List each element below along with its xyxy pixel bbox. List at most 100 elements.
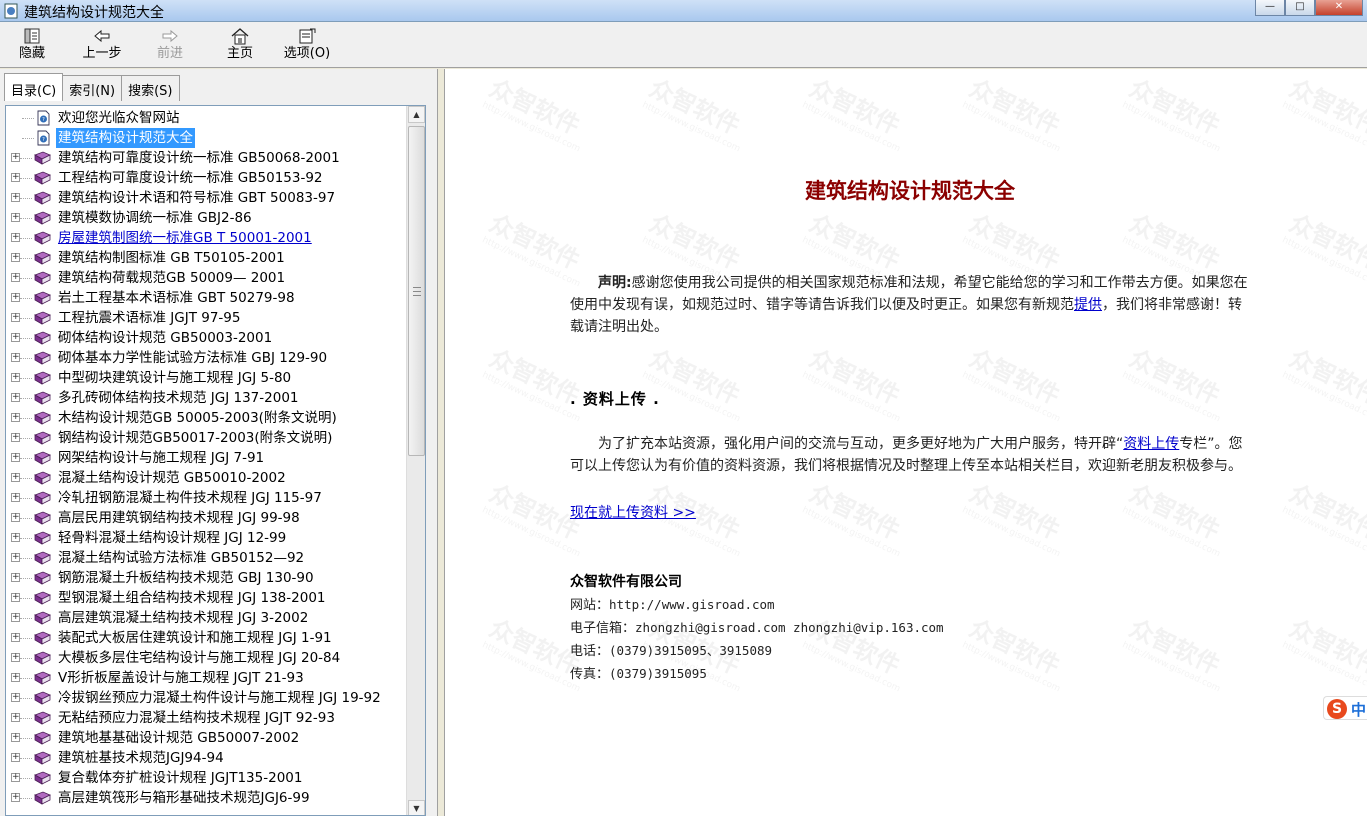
scroll-down-arrow[interactable]: ▼ xyxy=(408,800,425,815)
forward-button[interactable]: 前进 xyxy=(152,27,188,65)
tree-item[interactable]: + 木结构设计规范GB 50005-2003(附条文说明) xyxy=(6,408,406,428)
expand-plus-icon[interactable]: + xyxy=(11,433,20,442)
tree-item[interactable]: ? 欢迎您光临众智网站 xyxy=(6,108,406,128)
expand-plus-icon[interactable]: + xyxy=(11,373,20,382)
tree-item[interactable]: + 砌体基本力学性能试验方法标准 GBJ 129-90 xyxy=(6,348,406,368)
expand-plus-icon[interactable]: + xyxy=(11,293,20,302)
expand-plus-icon[interactable]: + xyxy=(11,613,20,622)
tree-item[interactable]: + 建筑桩基技术规范JGJ94-94 xyxy=(6,748,406,768)
maximize-button[interactable]: □ xyxy=(1285,0,1315,16)
tree-item[interactable]: + 轻骨料混凝土结构设计规程 JGJ 12-99 xyxy=(6,528,406,548)
tree-item[interactable]: + 装配式大板居住建筑设计和施工规程 JGJ 1-91 xyxy=(6,628,406,648)
tree-item[interactable]: + 建筑地基基础设计规范 GB50007-2002 xyxy=(6,728,406,748)
tree-item[interactable]: + 建筑结构荷载规范GB 50009— 2001 xyxy=(6,268,406,288)
home-button[interactable]: 主页 xyxy=(222,27,258,65)
tree-item[interactable]: + 建筑结构设计术语和符号标准 GBT 50083-97 xyxy=(6,188,406,208)
tree-item[interactable]: + 无粘结预应力混凝土结构技术规程 JGJT 92-93 xyxy=(6,708,406,728)
tree-item[interactable]: ? 建筑结构设计规范大全 xyxy=(6,128,406,148)
expand-plus-icon[interactable]: + xyxy=(11,633,20,642)
expand-plus-icon[interactable]: + xyxy=(11,753,20,762)
expand-plus-icon[interactable]: + xyxy=(11,473,20,482)
scroll-thumb[interactable] xyxy=(408,126,425,456)
tree-item[interactable]: + V形折板屋盖设计与施工规程 JGJT 21-93 xyxy=(6,668,406,688)
watermark-url: http://www.gisroad.com xyxy=(1280,370,1367,425)
hide-pane-icon xyxy=(24,28,40,44)
tree-item[interactable]: + 房屋建筑制图统一标准GB T 50001-2001 xyxy=(6,228,406,248)
watermark-url: http://www.gisroad.com xyxy=(480,505,582,560)
tree-item[interactable]: + 网架结构设计与施工规程 JGJ 7-91 xyxy=(6,448,406,468)
tree-item[interactable]: + 钢筋混凝土升板结构技术规范 GBJ 130-90 xyxy=(6,568,406,588)
options-button[interactable]: 选项(O) xyxy=(280,27,334,65)
expand-plus-icon[interactable]: + xyxy=(11,233,20,242)
tree-item[interactable]: + 工程抗震术语标准 JGJT 97-95 xyxy=(6,308,406,328)
expand-plus-icon[interactable]: + xyxy=(11,353,20,362)
expand-plus-icon[interactable]: + xyxy=(11,513,20,522)
contents-tree-frame: ? 欢迎您光临众智网站? 建筑结构设计规范大全 + 建筑结构可靠度设计统一标准 GB50… xyxy=(5,105,426,816)
expand-plus-icon[interactable]: + xyxy=(11,733,20,742)
tree-item[interactable]: + 中型砌块建筑设计与施工规程 JGJ 5-80 xyxy=(6,368,406,388)
tab-search[interactable]: 搜索(S) xyxy=(121,75,180,101)
tree-item[interactable]: + 混凝土结构设计规范 GB50010-2002 xyxy=(6,468,406,488)
expand-plus-icon[interactable]: + xyxy=(11,553,20,562)
hide-button[interactable]: 隐藏 xyxy=(14,27,50,65)
expand-plus-icon[interactable]: + xyxy=(11,313,20,322)
expand-plus-icon[interactable]: + xyxy=(11,593,20,602)
expand-plus-icon[interactable]: + xyxy=(11,793,20,802)
expand-plus-icon[interactable]: + xyxy=(11,693,20,702)
expand-plus-icon[interactable]: + xyxy=(11,273,20,282)
expand-plus-icon[interactable]: + xyxy=(11,773,20,782)
tree-item[interactable]: + 砌体结构设计规范 GB50003-2001 xyxy=(6,328,406,348)
expand-plus-icon[interactable]: + xyxy=(11,173,20,182)
tree-item[interactable]: + 冷拔钢丝预应力混凝土构件设计与施工规程 JGJ 19-92 xyxy=(6,688,406,708)
tree-item[interactable]: + 建筑结构可靠度设计统一标准 GB50068-2001 xyxy=(6,148,406,168)
tree-item[interactable]: + 工程结构可靠度设计统一标准 GB50153-92 xyxy=(6,168,406,188)
expand-plus-icon[interactable]: + xyxy=(11,533,20,542)
watermark-url: http://www.gisroad.com xyxy=(800,100,902,155)
tree-item[interactable]: + 岩土工程基本术语标准 GBT 50279-98 xyxy=(6,288,406,308)
tree-item[interactable]: + 混凝土结构试验方法标准 GB50152—92 xyxy=(6,548,406,568)
expand-plus-icon[interactable]: + xyxy=(11,193,20,202)
scroll-up-arrow[interactable]: ▲ xyxy=(408,106,425,123)
tab-contents[interactable]: 目录(C) xyxy=(4,73,64,101)
expand-plus-icon[interactable]: + xyxy=(11,453,20,462)
upload-column-link[interactable]: 资料上传 xyxy=(1123,436,1179,452)
tree-item[interactable]: + 型钢混凝土组合结构技术规程 JGJ 138-2001 xyxy=(6,588,406,608)
tree-item[interactable]: + 高层建筑混凝土结构技术规程 JGJ 3-2002 xyxy=(6,608,406,628)
expand-plus-icon[interactable]: + xyxy=(11,413,20,422)
tree-item[interactable]: + 多孔砖砌体结构技术规范 JGJ 137-2001 xyxy=(6,388,406,408)
upload-now-link[interactable]: 现在就上传资料 >> xyxy=(570,505,696,521)
tab-index[interactable]: 索引(N) xyxy=(62,75,123,101)
tree-item[interactable]: + 大模板多层住宅结构设计与施工规程 JGJ 20-84 xyxy=(6,648,406,668)
tree-item-label: 欢迎您光临众智网站 xyxy=(58,110,180,126)
ime-indicator[interactable]: S 中 xyxy=(1323,696,1367,720)
tree-item[interactable]: + 高层建筑筏形与箱形基础技术规范JGJ6-99 xyxy=(6,788,406,808)
tree-item[interactable]: + 高层民用建筑钢结构技术规程 JGJ 99-98 xyxy=(6,508,406,528)
watermark: 众智软件 http://www.gisroad.com xyxy=(1281,609,1367,695)
content-pane: 众智软件 http://www.gisroad.com 众智软件 http://www… xyxy=(444,69,1367,816)
tree-item[interactable]: + 建筑结构制图标准 GB T50105-2001 xyxy=(6,248,406,268)
tree-scrollbar[interactable]: ▲ ▼ xyxy=(406,106,425,815)
provide-link[interactable]: 提供 xyxy=(1074,297,1102,313)
watermark-url: http://www.gisroad.com xyxy=(800,370,902,425)
expand-plus-icon[interactable]: + xyxy=(11,253,20,262)
expand-plus-icon[interactable]: + xyxy=(11,653,20,662)
tree-item[interactable]: + 建筑模数协调统一标准 GBJ2-86 xyxy=(6,208,406,228)
minimize-button[interactable]: — xyxy=(1255,0,1285,16)
tree-item[interactable]: + 冷轧扭钢筋混凝土构件技术规程 JGJ 115-97 xyxy=(6,488,406,508)
expand-plus-icon[interactable]: + xyxy=(11,493,20,502)
expand-plus-icon[interactable]: + xyxy=(11,213,20,222)
back-button[interactable]: 上一步 xyxy=(78,27,126,65)
close-button[interactable]: ✕ xyxy=(1315,0,1363,16)
tree-connector xyxy=(20,758,32,759)
expand-plus-icon[interactable]: + xyxy=(11,713,20,722)
tree-item[interactable]: + 钢结构设计规范GB50017-2003(附条文说明) xyxy=(6,428,406,448)
expand-plus-icon[interactable]: + xyxy=(11,573,20,582)
expand-plus-icon[interactable]: + xyxy=(11,393,20,402)
expand-plus-icon[interactable]: + xyxy=(11,153,20,162)
watermark-url: http://www.gisroad.com xyxy=(1120,370,1222,425)
tree-connector xyxy=(20,318,32,319)
tree-connector xyxy=(20,278,32,279)
expand-plus-icon[interactable]: + xyxy=(11,673,20,682)
tree-item[interactable]: + 复合载体夯扩桩设计规程 JGJT135-2001 xyxy=(6,768,406,788)
expand-plus-icon[interactable]: + xyxy=(11,333,20,342)
